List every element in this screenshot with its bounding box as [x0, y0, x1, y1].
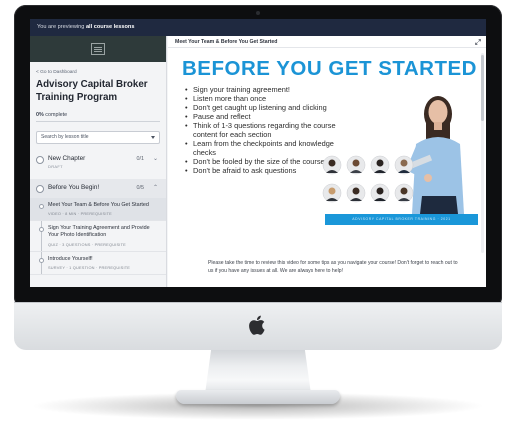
progress-percent: 0%	[36, 112, 44, 118]
screen: You are previewing all course lessons < …	[30, 19, 486, 287]
team-photo-3	[370, 155, 390, 175]
lesson-status-icon	[39, 227, 44, 233]
lesson-meta: VIDEO · 8 MIN · PREREQUISITE	[48, 211, 112, 217]
lesson-item-introduce-yourself[interactable]: Introduce Yourself! SURVEY · 1 QUESTION …	[30, 252, 166, 275]
team-photo-1	[322, 155, 342, 175]
slide-title: BEFORE YOU GET STARTED	[182, 57, 477, 80]
slide-footer-banner: ADVISORY CAPITAL BROKER TRAINING · 2021	[325, 214, 478, 225]
lesson-title: Introduce Yourself!	[48, 255, 93, 262]
lesson-status-icon	[39, 257, 44, 263]
lesson-list: Meet Your Team & Before You Get Started …	[30, 198, 166, 275]
chapter-title: Before You Begin!	[48, 184, 100, 191]
preview-banner: You are previewing all course lessons	[30, 19, 486, 36]
lesson-header-title: Meet Your Team & Before You Get Started	[175, 39, 278, 45]
chapter-title: New Chapter	[48, 155, 86, 162]
scrollbar-thumb[interactable]	[481, 55, 484, 121]
chevron-up-icon[interactable]: ⌃	[153, 184, 158, 191]
expand-icon[interactable]	[475, 39, 481, 45]
lesson-search-placeholder: Search by lesson title	[41, 134, 89, 140]
slide-bullet: Listen more than once	[185, 94, 345, 103]
lesson-item-training-agreement[interactable]: Sign Your Training Agreement and Provide…	[30, 221, 166, 252]
chevron-down-icon	[151, 136, 155, 139]
chapter-count: 0/1	[136, 156, 145, 162]
imac-mockup: You are previewing all course lessons < …	[0, 0, 516, 431]
slide-bullet: Think of 1-3 questions regarding the cou…	[185, 121, 345, 139]
lesson-meta: QUIZ · 3 QUESTIONS · PREREQUISITE	[48, 241, 126, 247]
preview-banner-text: You are previewing	[37, 24, 86, 30]
team-photo-4	[394, 155, 414, 175]
lesson-status-icon	[39, 204, 44, 209]
monitor-stand-base	[176, 390, 340, 404]
chapter-new-chapter[interactable]: New Chapter DRAFT 0/1 ⌄	[30, 150, 166, 176]
course-sidebar: < Go to Dashboard Advisory Capital Broke…	[30, 36, 167, 287]
progress-bar	[36, 121, 160, 122]
chapter-status-icon	[36, 185, 44, 193]
monitor-stand	[205, 348, 311, 394]
content-scrollbar[interactable]	[481, 53, 484, 253]
school-logo-icon[interactable]	[91, 43, 105, 55]
slide-bullet: Sign your training agreement!	[185, 85, 345, 94]
lesson-search-dropdown[interactable]: Search by lesson title	[36, 131, 160, 144]
camera-dot	[256, 11, 260, 15]
team-photo-5	[322, 183, 342, 203]
lesson-meta: SURVEY · 1 QUESTION · PREREQUISITE	[48, 264, 131, 270]
team-photos	[322, 155, 414, 203]
progress-suffix: complete	[43, 112, 68, 118]
team-photo-2	[346, 155, 366, 175]
slide-bullet-list: Sign your training agreement! Listen mor…	[185, 85, 345, 175]
preview-banner-emphasis: all course lessons	[85, 24, 135, 30]
team-photo-7	[370, 183, 390, 203]
lesson-header: Meet Your Team & Before You Get Started	[168, 36, 486, 48]
lesson-item-meet-your-team[interactable]: Meet Your Team & Before You Get Started …	[30, 198, 166, 222]
chapter-draft-label: DRAFT	[48, 164, 63, 169]
course-title: Advisory Capital Broker Training Program	[36, 79, 148, 103]
slide-bullet: Learn from the checkpoints and knowledge…	[185, 139, 345, 157]
video-player[interactable]: BEFORE YOU GET STARTED Sign your trainin…	[176, 53, 478, 225]
progress-label: 0% complete	[36, 112, 166, 118]
sidebar-header	[30, 36, 166, 62]
back-to-dashboard-link[interactable]: < Go to Dashboard	[36, 70, 166, 75]
slide-bullet: Pause and reflect	[185, 112, 345, 121]
team-photo-6	[346, 183, 366, 203]
slide-bullet: Don't be afraid to ask questions	[185, 166, 345, 175]
team-photo-8	[394, 183, 414, 203]
slide-bullet: Don't get caught up listening and clicki…	[185, 103, 345, 112]
lesson-content: Meet Your Team & Before You Get Started …	[168, 36, 486, 287]
chapter-count: 0/5	[136, 185, 145, 191]
apple-logo-icon	[249, 315, 265, 335]
lesson-description: Please take the time to review this vide…	[208, 260, 458, 274]
slide-bullet: Don't be fooled by the size of the cours…	[185, 157, 345, 166]
lesson-title: Sign Your Training Agreement and Provide…	[48, 225, 150, 239]
chevron-down-icon[interactable]: ⌄	[153, 155, 158, 162]
chapter-status-icon	[36, 156, 44, 164]
lesson-title: Meet Your Team & Before You Get Started	[48, 202, 149, 208]
chapter-before-you-begin[interactable]: Before You Begin! 0/5 ⌃	[30, 179, 166, 198]
